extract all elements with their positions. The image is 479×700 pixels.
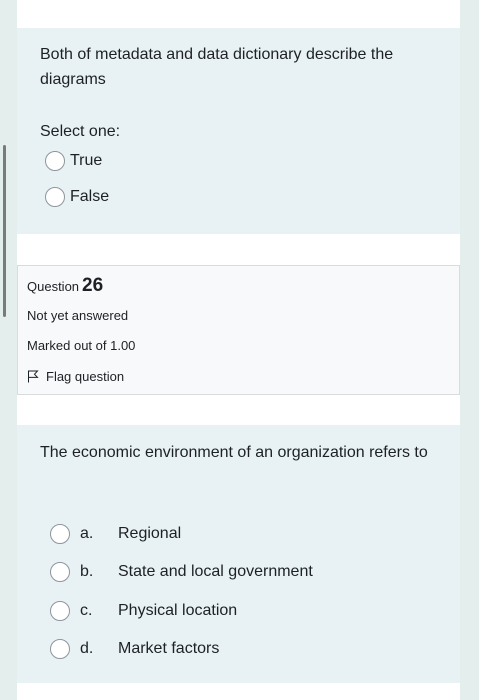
select-one-prompt: Select one:	[40, 123, 121, 140]
answer-label: State and local government	[118, 563, 313, 580]
question-grade: Marked out of 1.00	[27, 338, 136, 353]
radio-button[interactable]	[50, 562, 70, 582]
answer-option-true[interactable]: True	[45, 151, 102, 171]
answer-label: Regional	[118, 525, 182, 542]
answer-letter: b.	[80, 563, 94, 580]
question-text: The economic environment of an organizat…	[40, 444, 428, 461]
answer-label: Physical location	[118, 602, 238, 619]
flag-icon	[28, 370, 39, 383]
spacer	[17, 395, 460, 425]
scrollbar-thumb[interactable]	[3, 145, 6, 317]
left-margin	[0, 0, 17, 700]
flag-question-label: Flag question	[46, 369, 125, 384]
question-number: 26	[82, 275, 104, 296]
radio-button[interactable]	[50, 524, 70, 544]
answer-label: False	[70, 188, 110, 205]
answer-option-a[interactable]: a. Regional	[50, 524, 181, 544]
question-text: Both of metadata and data dictionary des…	[40, 46, 394, 88]
question-formulation: The economic environment of an organizat…	[17, 425, 460, 683]
radio-button[interactable]	[50, 601, 70, 621]
answer-letter: a.	[80, 525, 94, 542]
answer-label: True	[70, 152, 103, 169]
flag-question-link[interactable]: Flag question	[27, 369, 124, 384]
answer-option-c[interactable]: c. Physical location	[50, 601, 237, 621]
answer-letter: d.	[80, 640, 94, 657]
question-label: Question	[27, 279, 80, 294]
radio-button[interactable]	[45, 187, 65, 207]
spacer	[17, 0, 460, 28]
answer-option-false[interactable]: False	[45, 187, 109, 207]
radio-button[interactable]	[45, 151, 65, 171]
answer-option-d[interactable]: d. Market factors	[50, 639, 219, 659]
radio-button[interactable]	[50, 639, 70, 659]
question-info-box: Question 26 Not yet answered Marked out o…	[17, 265, 460, 395]
question-state: Not yet answered	[27, 308, 129, 323]
question-number-line: Question 26	[27, 275, 103, 297]
answer-label: Market factors	[118, 640, 220, 657]
spacer	[17, 234, 460, 266]
spacer	[17, 683, 460, 700]
answer-option-b[interactable]: b. State and local government	[50, 562, 313, 582]
answer-letter: c.	[80, 602, 93, 619]
question-formulation: Both of metadata and data dictionary des…	[17, 28, 460, 234]
